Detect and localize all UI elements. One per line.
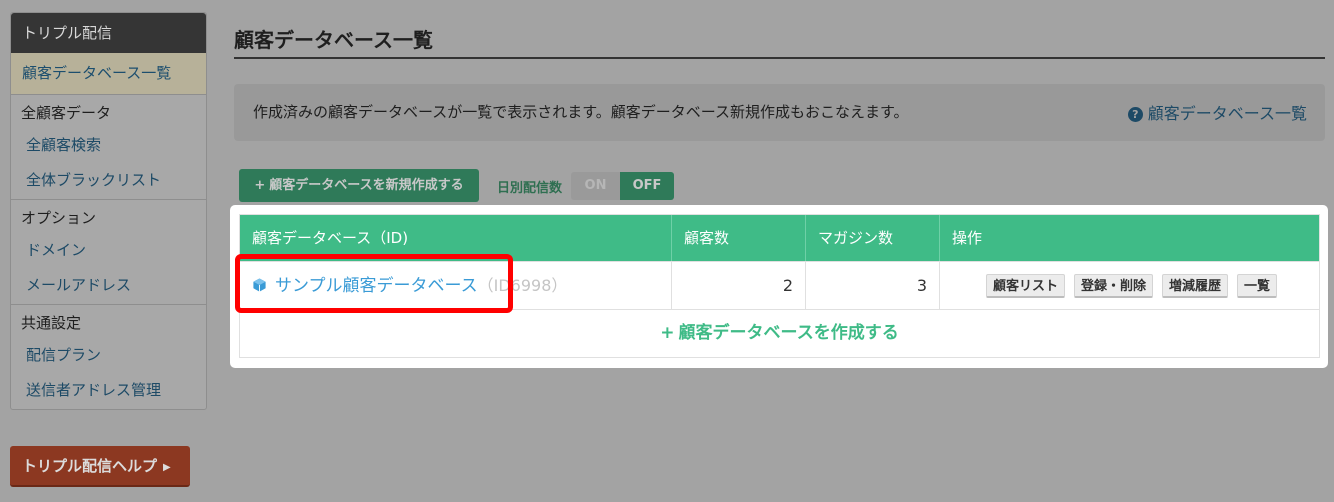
page-title: 顧客データベース一覧 (234, 28, 433, 52)
daily-delivery-label: 日別配信数 (497, 181, 563, 196)
sidebar-item-domain[interactable]: ドメイン (11, 233, 206, 268)
create-db-button[interactable]: + 顧客データベースを新規作成する (239, 169, 479, 202)
magazine-count: 3 (806, 262, 940, 309)
create-db-link[interactable]: + 顧客データベースを作成する (240, 309, 1319, 357)
sidebar-item-global-blacklist[interactable]: 全体ブラックリスト (11, 163, 206, 199)
sidebar-item-delivery-plan[interactable]: 配信プラン (11, 338, 206, 373)
highlight-annotation (235, 254, 513, 313)
chevron-right-icon: ▶ (163, 462, 171, 473)
sidebar-item-all-customer-search[interactable]: 全顧客検索 (11, 128, 206, 163)
toggle-on[interactable]: ON (571, 172, 620, 200)
help-link-label: 顧客データベース一覧 (1147, 104, 1307, 123)
info-text: 作成済みの顧客データベースが一覧で表示されます。顧客データベース新規作成もおこな… (253, 103, 909, 121)
sidebar-group-title: オプション (21, 209, 97, 227)
list-button[interactable]: 一覧 (1237, 273, 1278, 298)
sidebar-group-title: 共通設定 (21, 314, 82, 332)
plus-icon: + (660, 323, 675, 343)
sidebar-header: トリプル配信 (11, 13, 206, 53)
actions-cell: 顧客リスト 登録・削除 増減履歴 一覧 (940, 262, 1319, 309)
col-header-actions: 操作 (952, 229, 983, 247)
sidebar-item-sender-address[interactable]: 送信者アドレス管理 (11, 373, 206, 409)
create-db-button-label: 顧客データベースを新規作成する (269, 178, 464, 193)
sidebar-group-title: 全顧客データ (21, 104, 112, 122)
help-link[interactable]: ? 顧客データベース一覧 (1127, 100, 1307, 124)
sidebar-item-customer-db-list[interactable]: 顧客データベース一覧 (11, 53, 206, 94)
change-history-button[interactable]: 増減履歴 (1162, 273, 1229, 298)
toggle-off[interactable]: OFF (620, 172, 674, 200)
help-button-label: トリプル配信ヘルプ (22, 457, 158, 475)
sidebar-group-all-customers: 全顧客データ 全顧客検索 全体ブラックリスト (11, 94, 206, 199)
register-delete-button[interactable]: 登録・削除 (1074, 273, 1154, 298)
sidebar-group-common-settings: 共通設定 配信プラン 送信者アドレス管理 (11, 304, 206, 409)
sidebar-item-mail-address[interactable]: メールアドレス (11, 268, 206, 304)
col-header-customers: 顧客数 (672, 215, 806, 261)
daily-delivery-toggle[interactable]: ON OFF (571, 172, 674, 200)
plus-icon: + (254, 178, 266, 193)
info-box: 作成済みの顧客データベースが一覧で表示されます。顧客データベース新規作成もおこな… (234, 84, 1325, 141)
title-divider (234, 57, 1325, 59)
col-header-magazines: マガジン数 (806, 215, 940, 261)
sidebar: トリプル配信 顧客データベース一覧 全顧客データ 全顧客検索 全体ブラックリスト… (10, 12, 207, 410)
create-db-link-label: 顧客データベースを作成する (678, 323, 899, 343)
sidebar-group-options: オプション ドメイン メールアドレス (11, 199, 206, 304)
customer-count: 2 (672, 262, 806, 309)
question-icon: ? (1127, 107, 1143, 122)
customer-list-button[interactable]: 顧客リスト (986, 273, 1066, 298)
help-button[interactable]: トリプル配信ヘルプ ▶ (10, 446, 190, 487)
